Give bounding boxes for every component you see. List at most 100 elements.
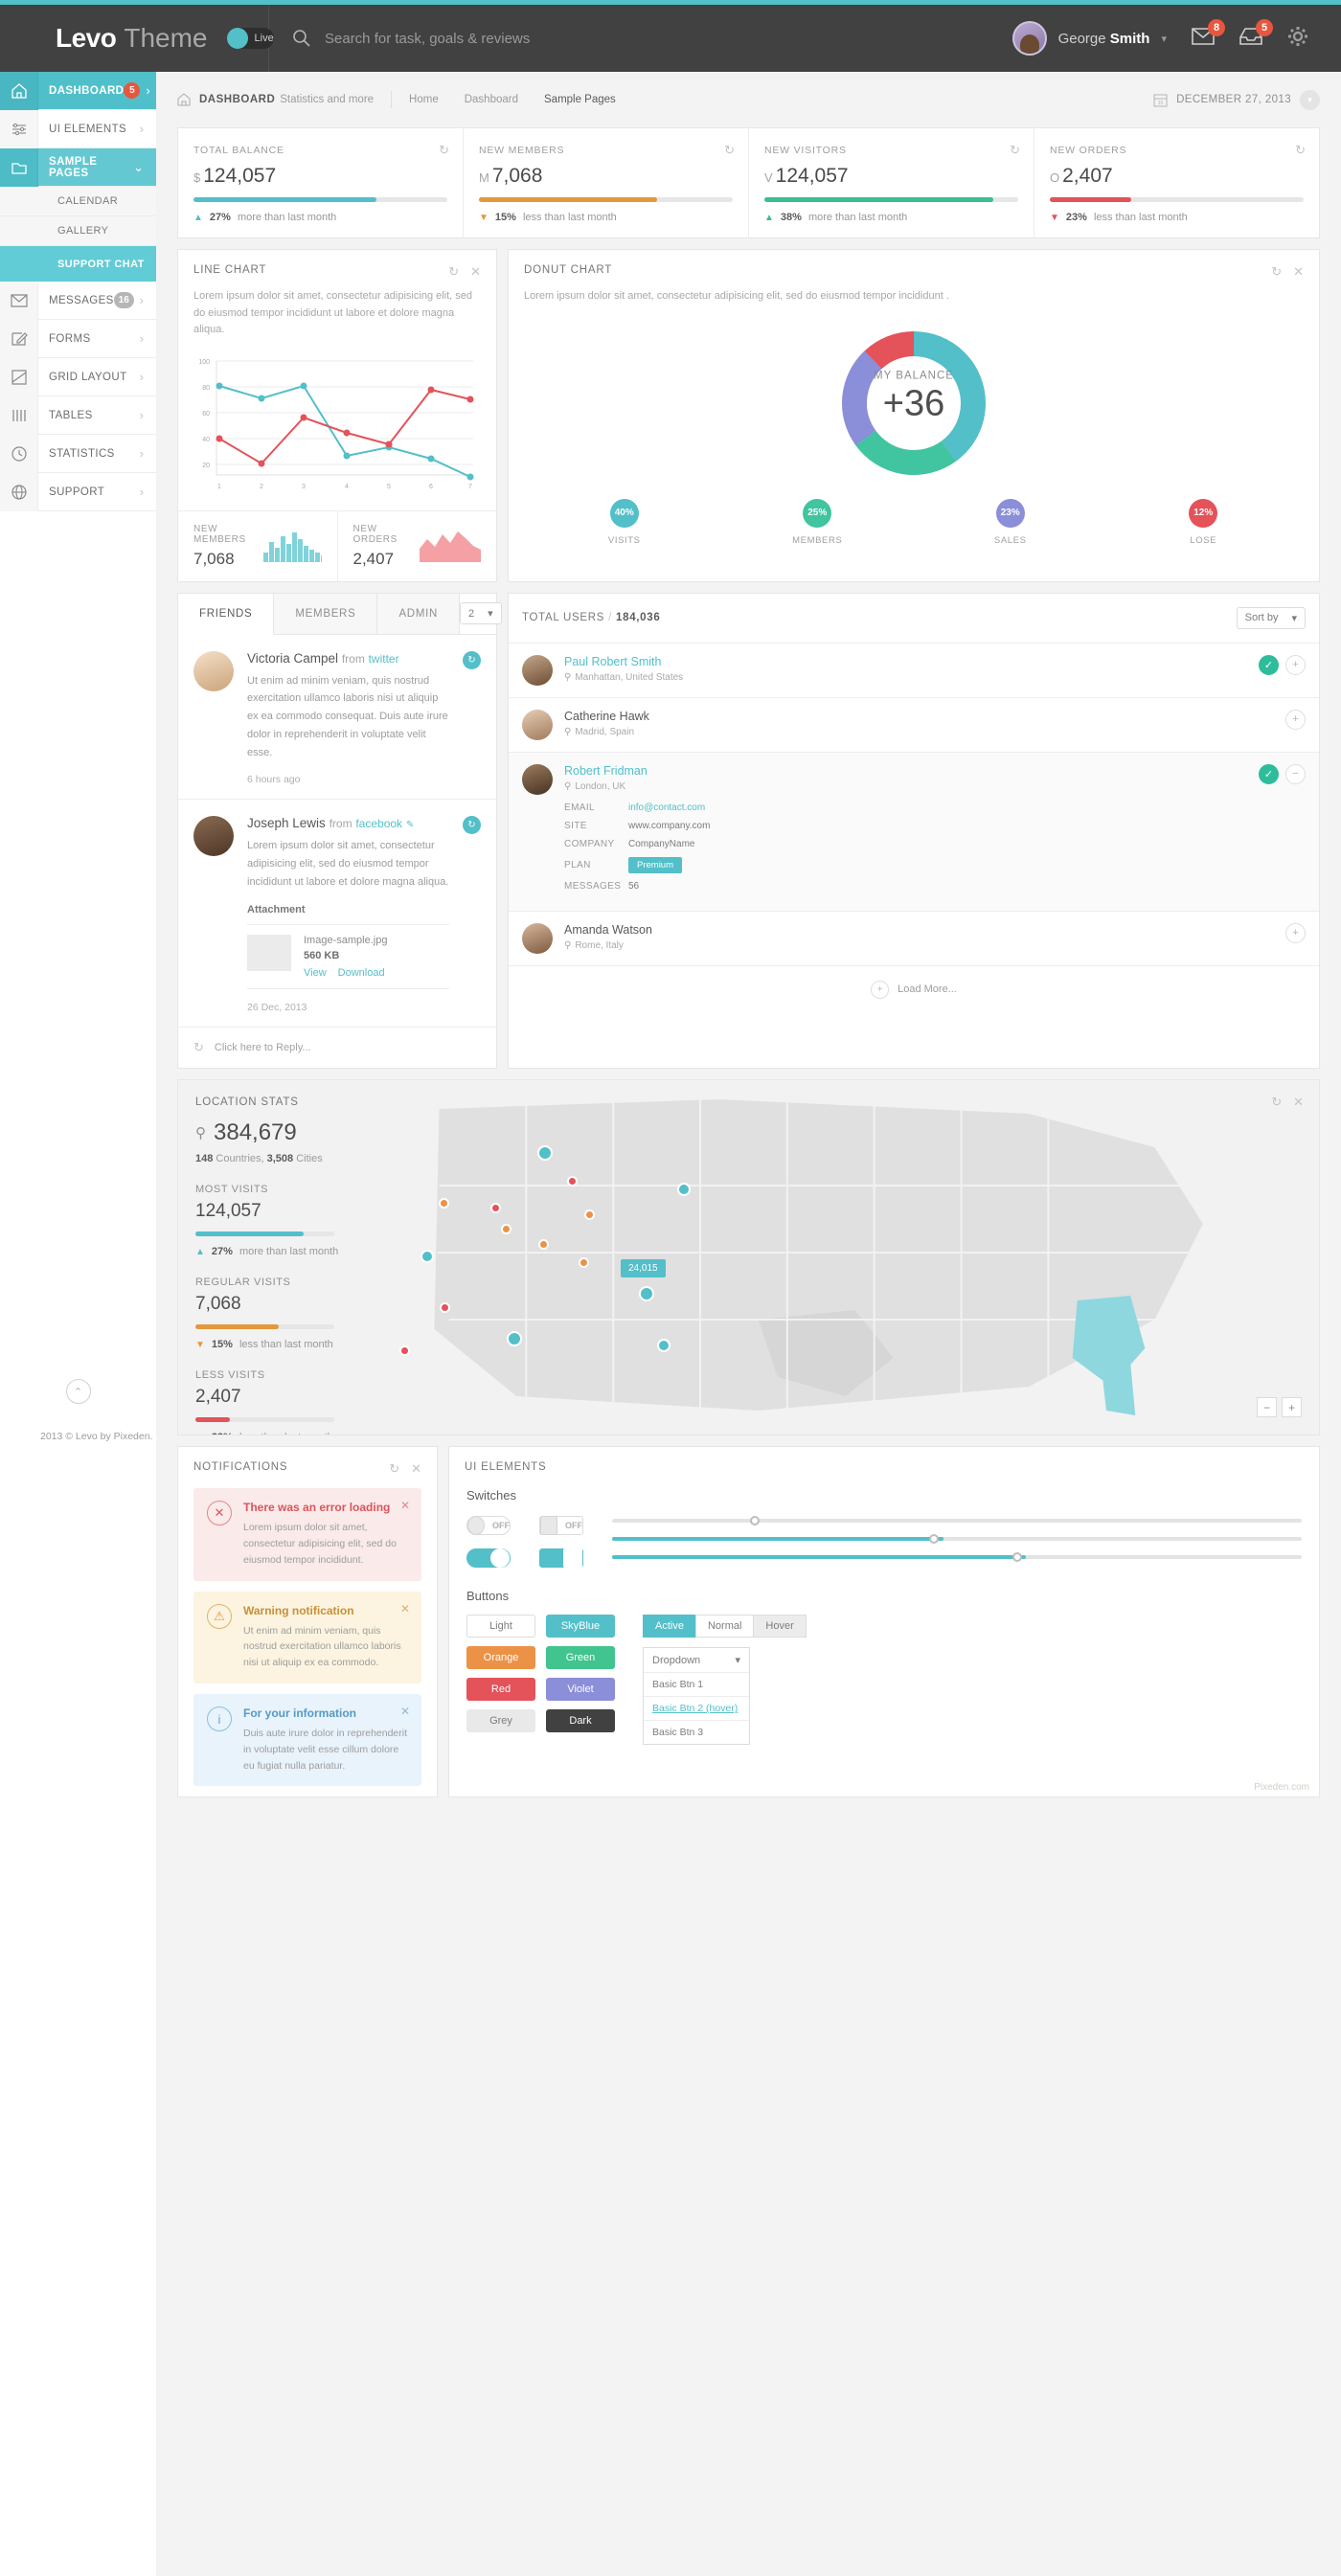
post-source[interactable]: twitter xyxy=(369,652,399,666)
settings-button[interactable] xyxy=(1287,26,1308,52)
user-remove-button[interactable]: − xyxy=(1285,763,1306,784)
post-time: 26 Dec, 2013 xyxy=(247,1002,307,1014)
date-picker[interactable]: 15 DECEMBER 27, 2013 ▾ xyxy=(1153,89,1320,110)
refresh-icon[interactable]: ↻ xyxy=(724,143,735,158)
sort-label: Sort by xyxy=(1244,612,1279,624)
refresh-icon[interactable]: ↻ xyxy=(1010,143,1020,158)
button-grey[interactable]: Grey xyxy=(466,1709,535,1733)
user-row-expanded[interactable]: Robert Fridman ⚲ London, UK ✓ − EMAIL info… xyxy=(509,752,1319,912)
avatar xyxy=(193,816,234,857)
slider-3[interactable] xyxy=(612,1552,1302,1563)
brand-area[interactable]: Levo Theme Live xyxy=(0,23,274,54)
dropdown-item-3[interactable]: Basic Btn 3 xyxy=(644,1720,749,1744)
user-confirm-button[interactable]: ✓ xyxy=(1259,763,1279,784)
user-add-button[interactable]: + xyxy=(1285,709,1306,730)
reply-icon[interactable]: ↻ xyxy=(463,816,481,835)
search-input[interactable] xyxy=(325,30,727,47)
live-toggle[interactable]: Live xyxy=(226,28,274,49)
refresh-icon[interactable]: ↻ xyxy=(448,264,459,280)
tab-admin[interactable]: ADMIN xyxy=(377,593,460,634)
load-more-button[interactable]: + Load More... xyxy=(509,966,1319,1012)
sidebar-item-messages[interactable]: MESSAGES 16 › xyxy=(0,281,156,320)
switch-on-2[interactable] xyxy=(539,1548,583,1569)
tab-friends[interactable]: FRIENDS xyxy=(178,593,275,635)
inbox-button[interactable]: 5 xyxy=(1239,18,1273,50)
user-add-button[interactable]: + xyxy=(1285,922,1306,943)
refresh-icon[interactable]: ↻ xyxy=(1271,264,1282,280)
user-row[interactable]: Amanda Watson ⚲ Rome, Italy + xyxy=(509,912,1319,966)
button-green[interactable]: Green xyxy=(546,1646,615,1670)
slider-handle[interactable] xyxy=(750,1516,760,1526)
reply-box[interactable]: ↻ Click here to Reply... xyxy=(178,1028,496,1068)
user-menu[interactable]: George Smith ▾ xyxy=(1011,21,1167,56)
sidebar-item-grid-layout[interactable]: GRID LAYOUT › xyxy=(0,357,156,396)
refresh-icon[interactable]: ↻ xyxy=(1271,1095,1282,1110)
close-icon[interactable]: ✕ xyxy=(1293,264,1304,280)
button-light[interactable]: Light xyxy=(466,1615,535,1638)
close-icon[interactable]: ✕ xyxy=(411,1461,421,1477)
sidebar-item-support[interactable]: SUPPORT › xyxy=(0,472,156,511)
sidebar-item-tables[interactable]: TABLES › xyxy=(0,395,156,435)
breadcrumb-link-sample-pages[interactable]: Sample Pages xyxy=(544,94,616,105)
close-icon[interactable]: ✕ xyxy=(1293,1095,1304,1110)
sidebar-item-statistics[interactable]: STATISTICS › xyxy=(0,434,156,473)
sidebar-subitem-gallery[interactable]: GALLERY xyxy=(0,216,156,246)
switch-on-1[interactable] xyxy=(466,1548,511,1569)
progress-track xyxy=(1050,197,1304,202)
group-button-hover[interactable]: Hover xyxy=(753,1615,807,1638)
sort-select[interactable]: Sort by ▾ xyxy=(1236,606,1306,629)
search-area[interactable] xyxy=(269,29,1012,48)
sidebar-subitem-support-chat[interactable]: SUPPORT CHAT xyxy=(0,246,156,282)
breadcrumb-link-home[interactable]: Home xyxy=(409,94,439,105)
switch-off-2[interactable]: OFF xyxy=(539,1516,583,1536)
dropdown[interactable]: Dropdown ▾ Basic Btn 1 Basic Btn 2 (hover… xyxy=(643,1647,750,1746)
sidebar-subitem-calendar[interactable]: CALENDAR xyxy=(0,187,156,216)
sidebar-item-forms[interactable]: FORMS › xyxy=(0,319,156,358)
user-row[interactable]: Catherine Hawk ⚲ Madrid, Spain + xyxy=(509,698,1319,753)
refresh-icon[interactable]: ↻ xyxy=(1295,143,1306,158)
button-skyblue[interactable]: SkyBlue xyxy=(546,1615,615,1638)
chevron-down-icon[interactable]: ▾ xyxy=(1300,89,1320,110)
dropdown-item-1[interactable]: Basic Btn 1 xyxy=(644,1672,749,1696)
count-select-wrap[interactable]: 2 ▾ xyxy=(460,602,502,625)
map-zoom-in-button[interactable]: + xyxy=(1282,1397,1302,1418)
user-row[interactable]: Paul Robert Smith ⚲ Manhattan, United Sta… xyxy=(509,644,1319,698)
attachment-download-link[interactable]: Download xyxy=(338,967,385,979)
dropdown-item-2[interactable]: Basic Btn 2 (hover) xyxy=(644,1696,749,1720)
slider-handle[interactable] xyxy=(1011,1552,1022,1563)
attachment-view-link[interactable]: View xyxy=(304,967,327,979)
messages-button[interactable]: 8 xyxy=(1192,18,1225,50)
close-icon[interactable]: ✕ xyxy=(400,1602,410,1616)
user-add-button[interactable]: + xyxy=(1285,654,1306,675)
chevron-right-icon: › xyxy=(146,83,150,98)
stat-value: M 7,068 xyxy=(479,165,543,187)
button-orange[interactable]: Orange xyxy=(466,1646,535,1670)
map-zoom-out-button[interactable]: − xyxy=(1257,1397,1277,1418)
scroll-top-button[interactable]: ⌃ xyxy=(65,1379,91,1404)
button-red[interactable]: Red xyxy=(466,1678,535,1702)
currency-symbol: O xyxy=(1050,170,1060,185)
post-source[interactable]: facebook xyxy=(355,817,402,830)
slider-2[interactable] xyxy=(612,1534,1302,1545)
tab-members[interactable]: MEMBERS xyxy=(274,593,378,634)
refresh-icon[interactable]: ↻ xyxy=(389,1461,399,1477)
switch-off-1[interactable]: OFF xyxy=(466,1516,511,1536)
edit-icon[interactable]: ✎ xyxy=(406,820,414,830)
reply-icon[interactable]: ↻ xyxy=(463,650,481,669)
user-confirm-button[interactable]: ✓ xyxy=(1259,654,1279,675)
button-dark[interactable]: Dark xyxy=(546,1709,615,1733)
button-violet[interactable]: Violet xyxy=(546,1678,615,1702)
group-button-active[interactable]: Active xyxy=(643,1615,695,1638)
sidebar-item-dashboard[interactable]: DASHBOARD 5 › xyxy=(0,71,156,110)
sidebar-item-label: GRID LAYOUT xyxy=(49,371,127,383)
close-icon[interactable]: ✕ xyxy=(470,264,481,280)
close-icon[interactable]: ✕ xyxy=(400,1705,410,1718)
sidebar-item-sample-pages[interactable]: SAMPLE PAGES ⌄ xyxy=(0,147,156,187)
breadcrumb-link-dashboard[interactable]: Dashboard xyxy=(465,94,518,105)
refresh-icon[interactable]: ↻ xyxy=(439,143,449,158)
sidebar-item-ui-elements[interactable]: UI ELEMENTS › xyxy=(0,109,156,148)
slider-1[interactable] xyxy=(612,1516,1302,1526)
group-button-normal[interactable]: Normal xyxy=(694,1615,754,1638)
slider-handle[interactable] xyxy=(929,1534,940,1545)
close-icon[interactable]: ✕ xyxy=(400,1499,410,1512)
